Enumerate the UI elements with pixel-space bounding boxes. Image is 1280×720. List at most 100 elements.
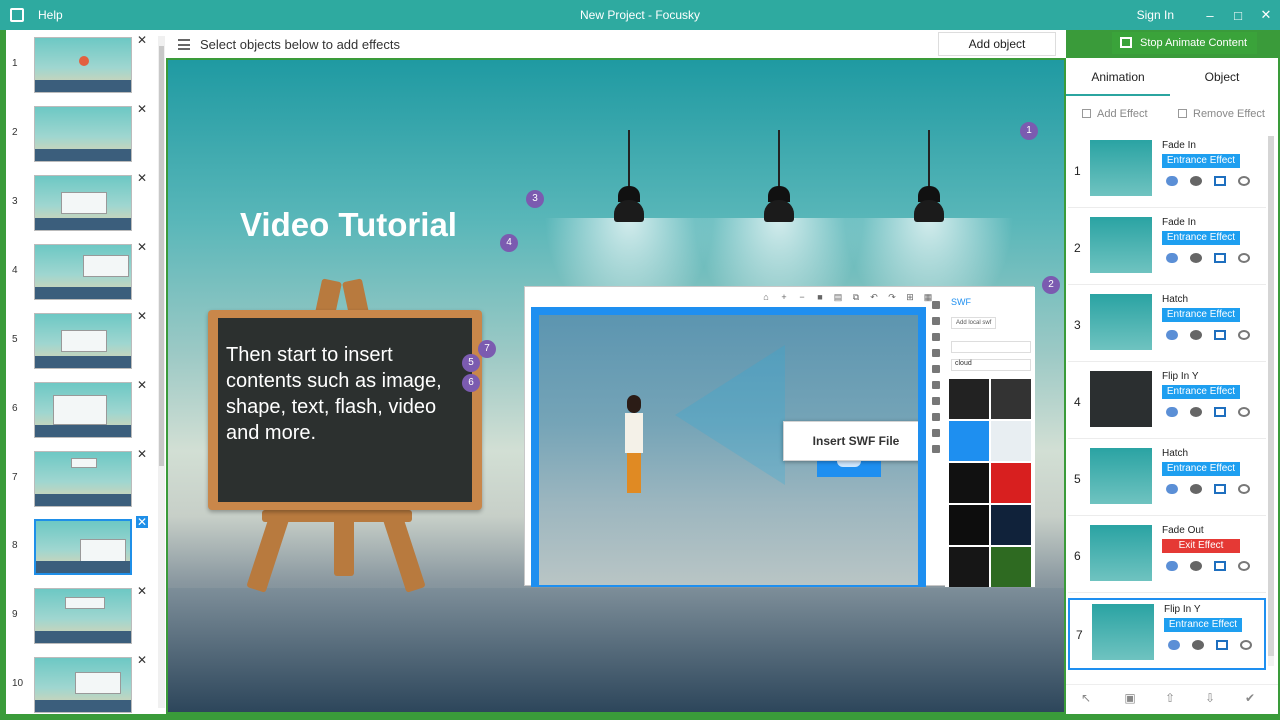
apply-check-icon[interactable]: ✔ <box>1242 691 1258 705</box>
effect-item-selected[interactable]: 7 Flip In Y Entrance Effect <box>1068 598 1266 670</box>
slide-close-icon[interactable]: ✕ <box>136 310 148 322</box>
effect-item[interactable]: 5 Hatch Entrance Effect <box>1068 444 1266 516</box>
minimize-button[interactable]: – <box>1196 8 1224 23</box>
trigger-icon[interactable] <box>1166 561 1178 571</box>
slide-close-icon[interactable]: ✕ <box>136 172 148 184</box>
slide-thumbnail[interactable] <box>34 175 132 231</box>
settings-gear-icon[interactable] <box>1238 484 1250 494</box>
chalkboard[interactable]: Then start to insert contents such as im… <box>208 310 482 510</box>
move-up-icon[interactable]: ⇧ <box>1162 691 1178 705</box>
slide-item[interactable]: 9 ✕ <box>6 585 156 647</box>
slide-close-icon[interactable]: ✕ <box>136 516 148 528</box>
trigger-icon[interactable] <box>1166 253 1178 263</box>
cursor-icon[interactable]: ↖ <box>1078 691 1094 705</box>
sign-in-link[interactable]: Sign In <box>1137 8 1174 22</box>
maximize-button[interactable]: □ <box>1224 8 1252 23</box>
close-window-button[interactable]: ✕ <box>1252 7 1280 23</box>
screen-icon[interactable] <box>1214 561 1226 571</box>
slide-list-scrollbar[interactable] <box>158 36 165 708</box>
effect-item[interactable]: 2 Fade In Entrance Effect <box>1068 213 1266 285</box>
trigger-icon[interactable] <box>1168 640 1180 650</box>
embedded-screenshot[interactable]: ⌂ + − ■ ▤ ⧉ ↶ ↷ ⊞ ▦ Insert SWF File SWF … <box>524 286 1035 587</box>
preview-eye-icon[interactable] <box>1192 640 1204 650</box>
effect-type-badge[interactable]: Entrance Effect <box>1162 154 1240 168</box>
effect-order-badge[interactable]: 5 <box>462 354 480 372</box>
video-tutorial-title[interactable]: Video Tutorial <box>240 206 457 244</box>
slide-close-icon[interactable]: ✕ <box>136 34 148 46</box>
slide-item[interactable]: 7 ✕ <box>6 448 156 510</box>
screen-icon[interactable] <box>1216 640 1228 650</box>
effect-list-scrollbar[interactable] <box>1268 136 1274 666</box>
effect-order-badge[interactable]: 3 <box>526 190 544 208</box>
slide-item[interactable]: 10 ✕ <box>6 654 156 716</box>
preview-eye-icon[interactable] <box>1190 407 1202 417</box>
trigger-icon[interactable] <box>1166 330 1178 340</box>
effect-order-badge[interactable]: 2 <box>1042 276 1060 294</box>
settings-gear-icon[interactable] <box>1238 253 1250 263</box>
slide-thumbnail[interactable] <box>34 657 132 713</box>
slide-canvas[interactable]: Video Tutorial 1 2 3 4 Then start to ins… <box>168 60 1064 712</box>
trigger-icon[interactable] <box>1166 176 1178 186</box>
screen-icon[interactable] <box>1214 407 1226 417</box>
effect-item[interactable]: 6 Fade Out Exit Effect <box>1068 521 1266 593</box>
preview-eye-icon[interactable] <box>1190 561 1202 571</box>
slide-thumbnail[interactable] <box>34 313 132 369</box>
slide-item[interactable]: 1 ✕ <box>6 34 156 96</box>
chalkboard-text[interactable]: Then start to insert contents such as im… <box>226 342 466 446</box>
effect-type-badge[interactable]: Entrance Effect <box>1164 618 1242 632</box>
scrollbar-thumb[interactable] <box>159 46 164 466</box>
slide-item[interactable]: 2 ✕ <box>6 103 156 165</box>
slide-close-icon[interactable]: ✕ <box>136 654 148 666</box>
effect-item[interactable]: 1 Fade In Entrance Effect <box>1068 136 1266 208</box>
screen-icon[interactable] <box>1214 253 1226 263</box>
slide-item[interactable]: 6 ✕ <box>6 379 156 441</box>
slide-thumbnail[interactable] <box>34 382 132 438</box>
effect-type-badge[interactable]: Entrance Effect <box>1162 385 1240 399</box>
slide-close-icon[interactable]: ✕ <box>136 585 148 597</box>
trigger-icon[interactable] <box>1166 407 1178 417</box>
screen-icon[interactable] <box>1214 484 1226 494</box>
effect-order-badge[interactable]: 7 <box>478 340 496 358</box>
slide-item[interactable]: 4 ✕ <box>6 241 156 303</box>
trigger-icon[interactable] <box>1166 484 1178 494</box>
slide-close-icon[interactable]: ✕ <box>136 379 148 391</box>
tab-object[interactable]: Object <box>1170 58 1274 96</box>
slide-thumbnail[interactable] <box>34 106 132 162</box>
move-down-icon[interactable]: ⇩ <box>1202 691 1218 705</box>
slide-item[interactable]: 5 ✕ <box>6 310 156 372</box>
slide-thumbnail[interactable] <box>34 519 132 575</box>
slide-item-selected[interactable]: 8 ✕ <box>6 516 156 578</box>
preview-eye-icon[interactable] <box>1190 253 1202 263</box>
slide-close-icon[interactable]: ✕ <box>136 448 148 460</box>
slide-thumbnail[interactable] <box>34 588 132 644</box>
effect-type-badge[interactable]: Entrance Effect <box>1162 462 1240 476</box>
tab-animation[interactable]: Animation <box>1066 58 1170 96</box>
effect-type-badge[interactable]: Exit Effect <box>1162 539 1240 553</box>
settings-gear-icon[interactable] <box>1238 330 1250 340</box>
effect-order-badge[interactable]: 4 <box>500 234 518 252</box>
slide-item[interactable]: 3 ✕ <box>6 172 156 234</box>
effect-type-badge[interactable]: Entrance Effect <box>1162 308 1240 322</box>
slide-close-icon[interactable]: ✕ <box>136 103 148 115</box>
preview-eye-icon[interactable] <box>1190 484 1202 494</box>
effect-order-badge[interactable]: 1 <box>1020 122 1038 140</box>
preview-slide-icon[interactable]: ▣ <box>1122 691 1138 705</box>
slide-close-icon[interactable]: ✕ <box>136 241 148 253</box>
effect-item[interactable]: 3 Hatch Entrance Effect <box>1068 290 1266 362</box>
add-object-button[interactable]: Add object <box>938 32 1056 56</box>
effect-item[interactable]: 4 Flip In Y Entrance Effect <box>1068 367 1266 439</box>
effect-order-badge[interactable]: 6 <box>462 374 480 392</box>
stop-animate-content-button[interactable]: Stop Animate Content <box>1112 32 1257 54</box>
remove-effect-button[interactable]: Remove Effect <box>1178 108 1265 120</box>
help-menu[interactable]: Help <box>38 8 63 22</box>
scrollbar-thumb[interactable] <box>1268 136 1274 656</box>
screen-icon[interactable] <box>1214 330 1226 340</box>
screen-icon[interactable] <box>1214 176 1226 186</box>
preview-eye-icon[interactable] <box>1190 330 1202 340</box>
settings-gear-icon[interactable] <box>1238 407 1250 417</box>
add-effect-button[interactable]: Add Effect <box>1082 108 1148 120</box>
settings-gear-icon[interactable] <box>1238 176 1250 186</box>
preview-eye-icon[interactable] <box>1190 176 1202 186</box>
slide-thumbnail[interactable] <box>34 451 132 507</box>
effect-type-badge[interactable]: Entrance Effect <box>1162 231 1240 245</box>
